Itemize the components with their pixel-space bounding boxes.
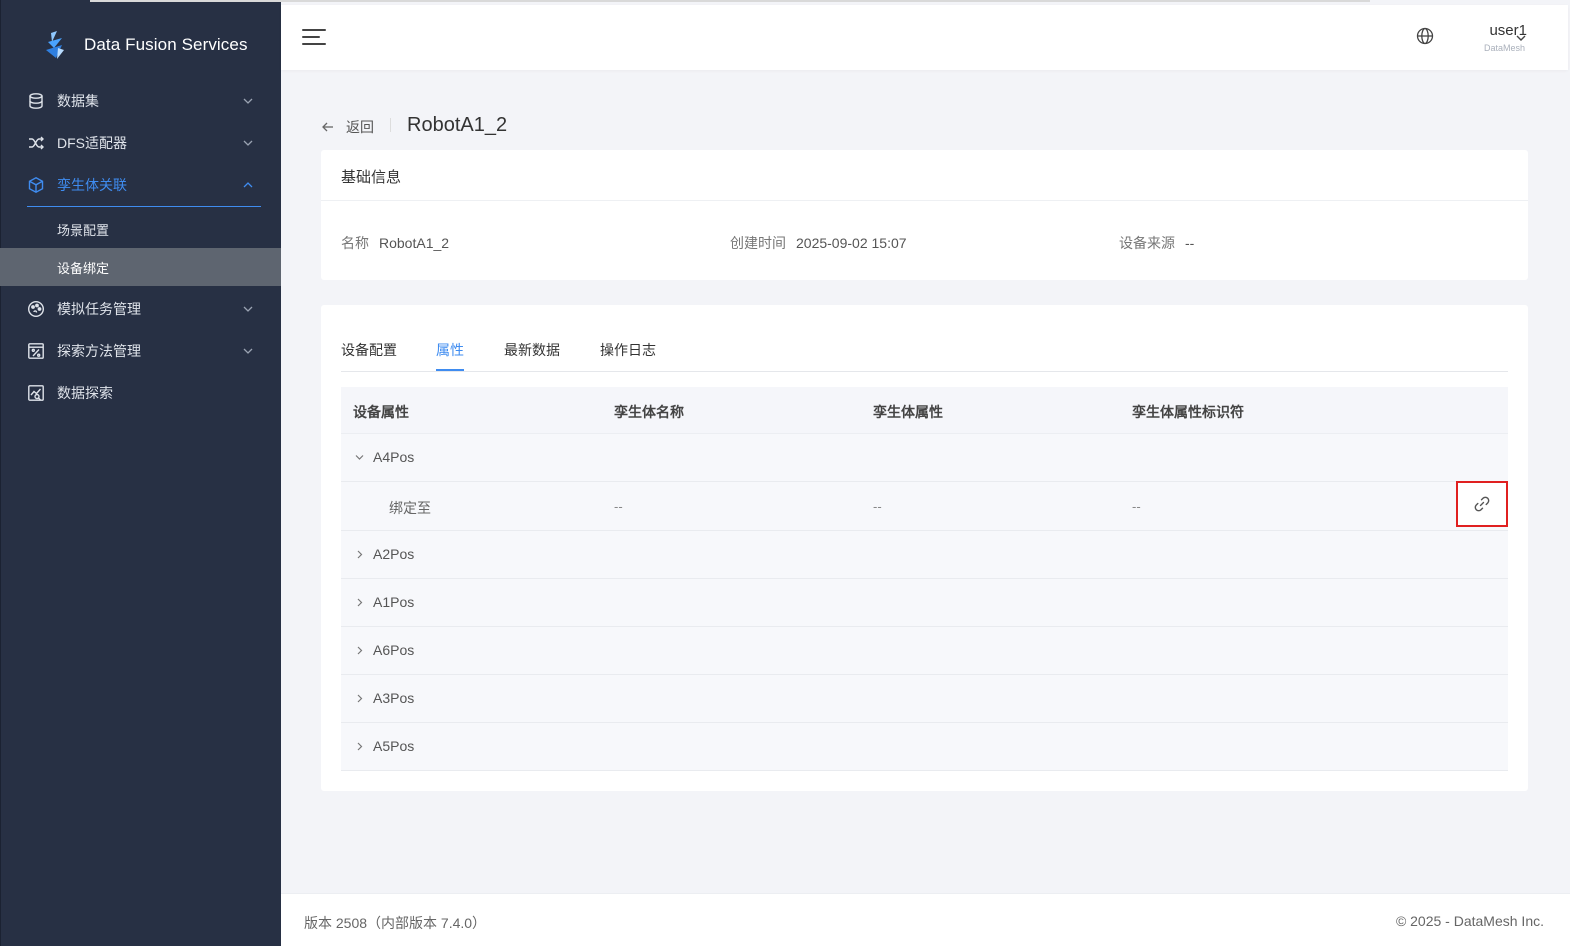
cube-icon bbox=[28, 177, 44, 193]
table-row[interactable]: A4Pos bbox=[341, 434, 1508, 482]
sidebar-item-data-exploration[interactable]: 数据探索 bbox=[0, 372, 281, 414]
attribute-name: A6Pos bbox=[373, 642, 415, 658]
menu-toggle-icon[interactable] bbox=[302, 27, 326, 47]
chevron-right-icon[interactable] bbox=[354, 645, 365, 656]
chart-search-icon bbox=[28, 385, 44, 401]
table-row[interactable]: A6Pos bbox=[341, 627, 1508, 675]
chevron-down-icon[interactable] bbox=[354, 452, 365, 463]
sidebar-subitem-device-binding[interactable]: 设备绑定 bbox=[0, 248, 281, 286]
sidebar-item-dataset[interactable]: 数据集 bbox=[0, 80, 281, 122]
brand-name: Data Fusion Services bbox=[84, 35, 248, 54]
field-label: 创建时间 bbox=[730, 235, 786, 251]
chevron-down-icon bbox=[243, 98, 253, 104]
info-field-created-time: 创建时间 2025-09-02 15:07 bbox=[730, 233, 907, 253]
column-header: 孪生体属性标识符 bbox=[1132, 404, 1244, 420]
field-value: -- bbox=[1185, 235, 1195, 251]
submenu-divider bbox=[27, 206, 261, 207]
attribute-binding-table: 设备属性 孪生体名称 孪生体属性 孪生体属性标识符 A4Pos 绑定至 -- -… bbox=[341, 387, 1508, 771]
attribute-name: A1Pos bbox=[373, 594, 415, 610]
info-field-device-source: 设备来源 -- bbox=[1119, 233, 1194, 253]
bind-link-button[interactable] bbox=[1456, 481, 1508, 527]
card-divider bbox=[321, 200, 1528, 201]
back-label: 返回 bbox=[346, 119, 374, 135]
basic-info-title: 基础信息 bbox=[341, 169, 402, 186]
chevron-down-icon bbox=[243, 306, 253, 312]
sidebar-subitem-label: 设备绑定 bbox=[57, 260, 110, 276]
sidebar: Data Fusion Services 数据集 DFS适配器 孪生体关联 场景… bbox=[0, 0, 281, 946]
language-globe-icon[interactable] bbox=[1415, 26, 1435, 46]
title-divider bbox=[390, 118, 391, 132]
sidebar-item-simulation-tasks[interactable]: 模拟任务管理 bbox=[0, 288, 281, 330]
sidebar-item-exploration-methods[interactable]: 探索方法管理 bbox=[0, 330, 281, 372]
info-field-name: 名称 RobotA1_2 bbox=[341, 233, 449, 253]
brand[interactable]: Data Fusion Services bbox=[42, 30, 248, 60]
sidebar-item-label: 探索方法管理 bbox=[57, 343, 141, 359]
chevron-down-icon[interactable] bbox=[1515, 32, 1527, 44]
column-header: 孪生体名称 bbox=[614, 404, 684, 420]
basic-info-card: 基础信息 名称 RobotA1_2 创建时间 2025-09-02 15:07 设备… bbox=[321, 150, 1528, 280]
field-label: 设备来源 bbox=[1119, 235, 1175, 251]
tab-device-config[interactable]: 设备配置 bbox=[341, 340, 397, 360]
bound-to-label: 绑定至 bbox=[389, 500, 431, 516]
shuffle-icon bbox=[29, 136, 44, 150]
back-button[interactable]: 返回 bbox=[321, 117, 374, 137]
tab-attributes[interactable]: 属性 bbox=[436, 340, 464, 360]
sidebar-item-twin-association[interactable]: 孪生体关联 bbox=[0, 164, 281, 206]
sidebar-item-label: 孪生体关联 bbox=[57, 177, 127, 193]
table-row[interactable]: A5Pos bbox=[341, 723, 1508, 771]
attribute-name: A3Pos bbox=[373, 690, 415, 706]
table-row-child: 绑定至 -- -- -- bbox=[341, 481, 1508, 531]
sidebar-item-label: DFS适配器 bbox=[57, 135, 127, 151]
top-header: user1 DataMesh bbox=[281, 5, 1568, 70]
version-text: 版本 2508（内部版本 7.4.0） bbox=[304, 915, 487, 931]
active-tab-indicator bbox=[436, 369, 464, 371]
copyright-text: © 2025 - DataMesh Inc. bbox=[1395, 913, 1544, 929]
chevron-up-icon bbox=[243, 182, 253, 188]
page-title: RobotA1_2 bbox=[407, 114, 508, 136]
sidebar-subitem-scene-config[interactable]: 场景配置 bbox=[0, 210, 281, 248]
dfs-logo-icon bbox=[46, 31, 64, 59]
field-value: 2025-09-02 15:07 bbox=[796, 235, 907, 251]
table-row[interactable]: A2Pos bbox=[341, 531, 1508, 579]
sidebar-item-label: 数据探索 bbox=[57, 385, 113, 401]
column-header: 设备属性 bbox=[353, 404, 409, 420]
detail-tabs-card: 设备配置 属性 最新数据 操作日志 设备属性 孪生体名称 孪生体属性 孪生体属性… bbox=[321, 305, 1528, 791]
attribute-name: A5Pos bbox=[373, 738, 415, 754]
table-header: 设备属性 孪生体名称 孪生体属性 孪生体属性标识符 bbox=[341, 387, 1508, 434]
twin-name-value: -- bbox=[614, 499, 623, 514]
top-hairline bbox=[90, 0, 1370, 2]
chevron-right-icon[interactable] bbox=[354, 741, 365, 752]
tab-operation-log[interactable]: 操作日志 bbox=[600, 340, 656, 360]
twin-attribute-value: -- bbox=[873, 499, 882, 514]
sidebar-item-label: 数据集 bbox=[57, 93, 99, 109]
chevron-right-icon[interactable] bbox=[354, 549, 365, 560]
footer: 版本 2508（内部版本 7.4.0） © 2025 - DataMesh In… bbox=[281, 893, 1570, 946]
tabs-baseline bbox=[341, 371, 1508, 372]
arrow-left-icon bbox=[322, 122, 333, 132]
tab-latest-data[interactable]: 最新数据 bbox=[504, 340, 560, 360]
link-icon bbox=[1474, 496, 1490, 512]
attribute-name: A4Pos bbox=[373, 449, 415, 465]
chevron-right-icon[interactable] bbox=[354, 693, 365, 704]
sidebar-item-label: 模拟任务管理 bbox=[57, 301, 141, 317]
field-label: 名称 bbox=[341, 235, 369, 251]
sidebar-item-dfs-adapter[interactable]: DFS适配器 bbox=[0, 122, 281, 164]
attribute-name: A2Pos bbox=[373, 546, 415, 562]
table-row[interactable]: A1Pos bbox=[341, 579, 1508, 627]
palette-icon bbox=[27, 300, 45, 318]
twin-attribute-id-value: -- bbox=[1132, 499, 1141, 514]
chevron-down-icon bbox=[243, 348, 253, 354]
table-row[interactable]: A3Pos bbox=[341, 675, 1508, 723]
percent-calculator-icon bbox=[28, 343, 44, 359]
column-header: 孪生体属性 bbox=[873, 404, 943, 420]
field-value: RobotA1_2 bbox=[379, 235, 450, 251]
chevron-right-icon[interactable] bbox=[354, 597, 365, 608]
database-icon bbox=[29, 93, 43, 109]
chevron-down-icon bbox=[243, 140, 253, 146]
sidebar-subitem-label: 场景配置 bbox=[57, 222, 110, 238]
